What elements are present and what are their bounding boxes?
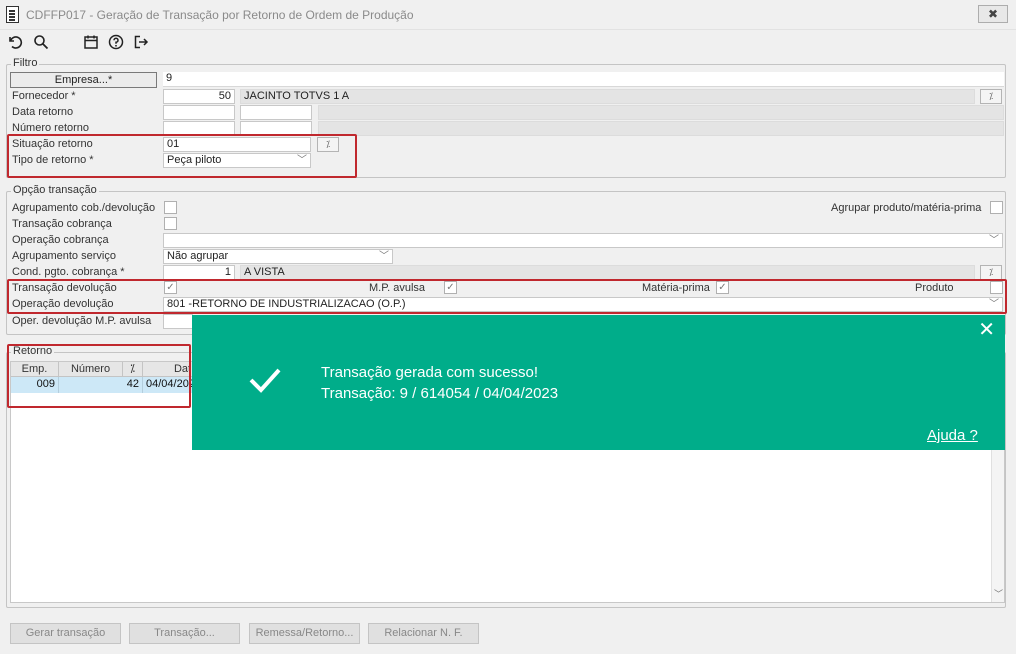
numero-retorno-extra-field	[318, 121, 1004, 136]
relacionar-nf-button[interactable]: Relacionar N. F.	[368, 623, 479, 644]
toast-transaction-info: Transação: 9 / 614054 / 04/04/2023	[321, 385, 559, 402]
agrupamento-servico-value: Não agrupar	[167, 250, 229, 262]
fornecedor-lookup-button[interactable]: ⁒	[980, 89, 1002, 104]
close-icon[interactable]: ✕	[978, 320, 995, 340]
oper-devolucao-mp-label: Oper. devolução M.P. avulsa	[12, 315, 152, 327]
opcao-title: Opção transação	[11, 184, 99, 196]
agrupamento-servico-label: Agrupamento serviço	[12, 250, 116, 262]
window-title: CDFFP017 - Geração de Transação por Reto…	[26, 8, 414, 22]
cond-pgto-code-input[interactable]: 1	[163, 265, 235, 280]
transacao-cobranca-label: Transação cobrança	[12, 218, 112, 230]
search-icon[interactable]	[32, 34, 50, 52]
chevron-down-icon: ﹀	[379, 251, 389, 262]
transacao-button[interactable]: Transação...	[129, 623, 240, 644]
fornecedor-name-field: JACINTO TOTVS 1 A	[240, 89, 975, 104]
filtro-title: Filtro	[11, 57, 40, 69]
success-toast: Transação gerada com sucesso! Transação:…	[192, 315, 1005, 450]
data-retorno-end-input[interactable]	[240, 105, 312, 120]
cond-pgto-lookup-button[interactable]: ⁒	[980, 265, 1002, 280]
cond-pgto-label: Cond. pgto. cobrança *	[12, 266, 125, 278]
empresa-field[interactable]: 9	[163, 72, 1004, 87]
operacao-cobranca-label: Operação cobrança	[12, 234, 109, 246]
title-bar: CDFFP017 - Geração de Transação por Reto…	[0, 0, 1016, 30]
remessa-retorno-button[interactable]: Remessa/Retorno...	[249, 623, 360, 644]
fornecedor-label: Fornecedor *	[12, 90, 76, 102]
empresa-button[interactable]: Empresa...*	[10, 72, 157, 88]
undo-icon[interactable]	[6, 34, 24, 52]
chevron-down-icon: ﹀	[989, 235, 999, 246]
highlight-retorno	[7, 344, 191, 408]
agrupar-produto-checkbox[interactable]	[990, 201, 1003, 214]
cond-pgto-name-field: A VISTA	[240, 265, 975, 280]
gerar-transacao-button[interactable]: Gerar transação	[10, 623, 121, 644]
toast-message: Transação gerada com sucesso!	[321, 364, 539, 381]
agrupamento-cob-label: Agrupamento cob./devolução	[12, 202, 156, 214]
data-retorno-extra-field	[318, 105, 1004, 120]
calendar-icon[interactable]	[82, 34, 100, 52]
window-close-button[interactable]: ✖	[978, 5, 1008, 23]
help-link[interactable]: Ajuda ?	[927, 427, 978, 444]
highlight-devolucao	[7, 279, 1007, 314]
data-retorno-start-input[interactable]	[163, 105, 235, 120]
fornecedor-code-input[interactable]: 50	[163, 89, 235, 104]
document-icon	[6, 6, 19, 23]
transacao-cobranca-checkbox[interactable]	[164, 217, 177, 230]
operacao-cobranca-select[interactable]: ﹀	[163, 233, 1003, 248]
oper-devolucao-mp-select[interactable]	[163, 314, 193, 329]
exit-icon[interactable]	[132, 34, 150, 52]
help-icon[interactable]	[107, 34, 125, 52]
data-retorno-label: Data retorno	[12, 106, 74, 118]
highlight-filtro	[7, 134, 357, 178]
agrupar-produto-label: Agrupar produto/matéria-prima	[831, 202, 982, 214]
chevron-down-icon[interactable]: ﹀	[994, 587, 1003, 600]
agrupamento-cob-checkbox[interactable]	[164, 201, 177, 214]
numero-retorno-label: Número retorno	[12, 122, 90, 134]
checkmark-icon	[249, 368, 281, 393]
agrupamento-servico-select[interactable]: Não agrupar ﹀	[163, 249, 393, 264]
